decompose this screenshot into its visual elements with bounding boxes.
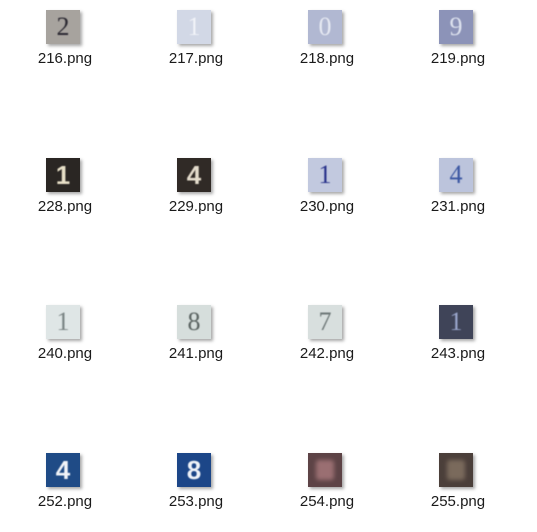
file-name-label[interactable]: 243.png: [403, 345, 513, 362]
file-name-label[interactable]: 231.png: [403, 198, 513, 215]
file-item[interactable]: 1 217.png: [141, 10, 251, 80]
file-thumbnail[interactable]: 7: [308, 305, 342, 339]
file-thumbnail[interactable]: 4: [439, 158, 473, 192]
file-thumbnail[interactable]: 2: [46, 10, 80, 44]
file-name-label[interactable]: 254.png: [272, 493, 382, 510]
file-name-label[interactable]: 252.png: [10, 493, 120, 510]
file-thumbnail[interactable]: 0: [308, 10, 342, 44]
file-thumbnail[interactable]: 9: [439, 10, 473, 44]
file-name-label[interactable]: 253.png: [141, 493, 251, 510]
file-name-label[interactable]: 218.png: [272, 50, 382, 67]
file-thumbnail[interactable]: [439, 453, 473, 487]
thumbnail-digit: 1: [55, 160, 71, 190]
file-item[interactable]: 4 231.png: [403, 158, 513, 228]
thumbnail-digit: 1: [318, 160, 332, 189]
thumbnail-digit: 4: [55, 455, 71, 485]
file-name-label[interactable]: 230.png: [272, 198, 382, 215]
file-item[interactable]: 1 243.png: [403, 305, 513, 375]
file-item[interactable]: 8 253.png: [141, 453, 251, 523]
thumbnail-digit: 9: [449, 12, 463, 41]
file-name-label[interactable]: 229.png: [141, 198, 251, 215]
file-item[interactable]: 1 240.png: [10, 305, 120, 375]
file-name-label[interactable]: 219.png: [403, 50, 513, 67]
file-name-label[interactable]: 217.png: [141, 50, 251, 67]
file-item[interactable]: 1 230.png: [272, 158, 382, 228]
file-item[interactable]: 254.png: [272, 453, 382, 523]
file-name-label[interactable]: 242.png: [272, 345, 382, 362]
file-thumbnail[interactable]: 1: [46, 305, 80, 339]
file-thumbnail[interactable]: 4: [46, 453, 80, 487]
thumbnail-digit: 2: [56, 12, 70, 41]
file-item[interactable]: 4 252.png: [10, 453, 120, 523]
file-item[interactable]: 2 216.png: [10, 10, 120, 80]
thumbnail-digit: 1: [56, 307, 70, 336]
file-item[interactable]: 7 242.png: [272, 305, 382, 375]
file-thumbnail[interactable]: 8: [177, 453, 211, 487]
file-thumbnail[interactable]: 8: [177, 305, 211, 339]
thumbnail-digit: 0: [318, 12, 332, 41]
thumbnail-digit: 1: [187, 12, 201, 41]
blurred-image-content: [316, 460, 334, 480]
thumbnail-digit: 8: [186, 455, 202, 485]
file-item[interactable]: 8 241.png: [141, 305, 251, 375]
file-name-label[interactable]: 255.png: [403, 493, 513, 510]
thumbnail-digit: 7: [318, 307, 332, 336]
file-thumbnail[interactable]: 1: [177, 10, 211, 44]
file-name-label[interactable]: 240.png: [10, 345, 120, 362]
file-thumbnail[interactable]: 1: [439, 305, 473, 339]
file-name-label[interactable]: 216.png: [10, 50, 120, 67]
file-item[interactable]: 0 218.png: [272, 10, 382, 80]
file-thumbnail[interactable]: 4: [177, 158, 211, 192]
file-item[interactable]: 9 219.png: [403, 10, 513, 80]
file-item[interactable]: 1 228.png: [10, 158, 120, 228]
thumbnail-digit: 1: [449, 307, 463, 336]
thumbnail-digit: 4: [449, 160, 463, 189]
file-name-label[interactable]: 228.png: [10, 198, 120, 215]
file-thumbnail[interactable]: 1: [46, 158, 80, 192]
file-thumbnail[interactable]: [308, 453, 342, 487]
file-item[interactable]: 4 229.png: [141, 158, 251, 228]
file-grid: 2 216.png 1 217.png 0 218.png 9 219.png 1 228.png…: [0, 0, 537, 532]
file-item[interactable]: 255.png: [403, 453, 513, 523]
thumbnail-digit: 8: [187, 307, 201, 336]
blurred-image-content: [447, 460, 465, 480]
file-thumbnail[interactable]: 1: [308, 158, 342, 192]
file-name-label[interactable]: 241.png: [141, 345, 251, 362]
thumbnail-digit: 4: [186, 160, 202, 190]
